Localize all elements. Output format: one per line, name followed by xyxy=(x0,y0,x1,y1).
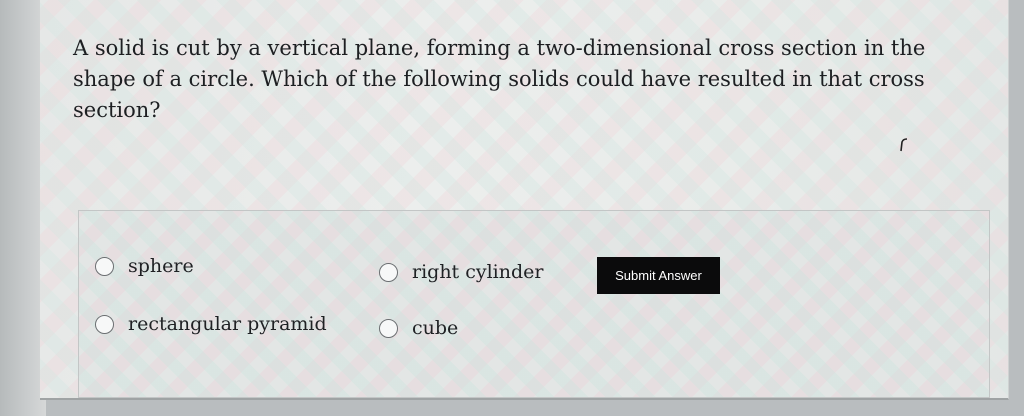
radio-button[interactable] xyxy=(379,318,398,338)
radio-button[interactable] xyxy=(95,314,114,334)
question-line: shape of a circle. Which of the followin… xyxy=(73,67,925,91)
radio-button[interactable] xyxy=(95,256,114,276)
submit-answer-button[interactable]: Submit Answer xyxy=(597,257,720,294)
option-right-cylinder[interactable]: right cylinder xyxy=(379,261,544,283)
option-label: rectangular pyramid xyxy=(128,313,327,335)
option-sphere[interactable]: sphere xyxy=(95,255,194,277)
option-label: sphere xyxy=(128,255,194,277)
option-label: cube xyxy=(412,317,459,339)
option-label: right cylinder xyxy=(412,261,544,283)
question-line: A solid is cut by a vertical plane, form… xyxy=(73,36,926,60)
question-text: A solid is cut by a vertical plane, form… xyxy=(73,33,953,126)
answer-options-panel xyxy=(78,210,990,398)
question-line: section? xyxy=(73,98,161,122)
option-cube[interactable]: cube xyxy=(379,317,458,339)
option-rectangular-pyramid[interactable]: rectangular pyramid xyxy=(95,313,327,335)
radio-button[interactable] xyxy=(379,262,398,282)
mouse-pointer-icon xyxy=(900,138,908,152)
